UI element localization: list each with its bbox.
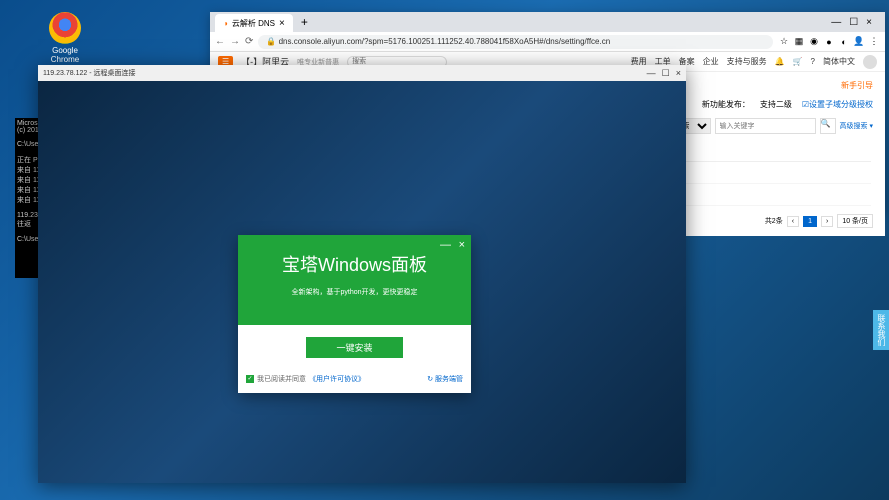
help-icon[interactable]: ?	[811, 57, 815, 66]
new-guide-link[interactable]: 新手引导	[841, 80, 873, 91]
user-avatar[interactable]	[863, 55, 877, 69]
rdp-titlebar[interactable]: 119.23.78.122 - 远程桌面连接 — ☐ ×	[38, 65, 686, 81]
bt-title: 宝塔Windows面板	[238, 251, 471, 277]
desktop-icon-label: Google Chrome	[40, 46, 90, 64]
keyword-input[interactable]	[715, 118, 816, 134]
advanced-search-link[interactable]: 高级搜索 ▾	[840, 121, 873, 131]
ext-icon[interactable]: ◐	[838, 36, 850, 48]
new-tab-button[interactable]: +	[293, 15, 316, 29]
menu-icon[interactable]: ⋮	[868, 36, 880, 48]
forward-button[interactable]: →	[230, 36, 240, 47]
chrome-tab[interactable]: ◑ 云解析 DNS ×	[215, 14, 293, 32]
bt-subtitle: 全新架构，基于python开发，更快更稳定	[238, 287, 471, 297]
star-icon[interactable]: ☆	[778, 36, 790, 48]
agree-checkbox[interactable]: ✓ 我已阅读并同意 《用户许可协议》	[246, 374, 365, 384]
agree-label: 我已阅读并同意	[257, 374, 306, 384]
bt-header: — × 宝塔Windows面板 全新架构，基于python开发，更快更稳定	[238, 235, 471, 325]
close-button[interactable]: ×	[866, 17, 872, 28]
bt-footer: ✓ 我已阅读并同意 《用户许可协议》 ↻ 服务端管	[238, 370, 471, 388]
chrome-window-controls: — ☐ ×	[831, 17, 880, 28]
ext-icon[interactable]: ▦	[793, 36, 805, 48]
announce-text: 支持二级	[760, 99, 792, 110]
maximize-button[interactable]: ☐	[662, 68, 670, 79]
rdp-title-text: 119.23.78.122 - 远程桌面连接	[43, 68, 135, 78]
tab-title: 云解析 DNS	[232, 18, 275, 29]
back-button[interactable]: ←	[215, 36, 225, 47]
chrome-tab-bar: ◑ 云解析 DNS × + — ☐ ×	[210, 12, 885, 32]
page-next[interactable]: ›	[821, 216, 833, 227]
minimize-button[interactable]: —	[647, 68, 656, 79]
nav-item[interactable]: 企业	[703, 56, 719, 67]
chrome-extensions: ☆ ▦ ◉ ● ◐ 👤 ⋮	[778, 36, 880, 48]
close-button[interactable]: ×	[676, 68, 681, 79]
page-total: 共2条	[765, 216, 783, 226]
tab-favicon: ◑	[223, 19, 228, 28]
rdp-window-controls: — ☐ ×	[647, 68, 681, 79]
tab-close-icon[interactable]: ×	[279, 18, 285, 29]
maximize-button[interactable]: ☐	[849, 17, 858, 28]
contact-side-tab[interactable]: 联系我们	[873, 310, 889, 350]
notification-icon[interactable]: 🔔	[775, 57, 785, 66]
switch-link[interactable]: ↻ 服务端管	[427, 374, 463, 384]
desktop-chrome-icon[interactable]: Google Chrome	[40, 12, 90, 64]
license-link[interactable]: 《用户许可协议》	[309, 374, 365, 384]
avatar-icon[interactable]: 👤	[853, 36, 865, 48]
ext-icon[interactable]: ●	[823, 36, 835, 48]
minimize-button[interactable]: —	[831, 17, 841, 28]
url-input[interactable]: 🔒 dns.console.aliyun.com/?spm=5176.10025…	[258, 35, 773, 49]
search-button[interactable]: 🔍	[820, 118, 836, 134]
bt-minimize-icon[interactable]: —	[440, 239, 451, 251]
bt-close-icon[interactable]: ×	[459, 239, 465, 251]
chrome-icon	[49, 12, 81, 44]
checkbox-icon: ✓	[246, 375, 254, 383]
announce-link[interactable]: ☑设置子域分级授权	[802, 99, 873, 110]
lang-selector[interactable]: 简体中文	[823, 56, 855, 67]
page-current[interactable]: 1	[803, 216, 817, 227]
ext-icon[interactable]: ◉	[808, 36, 820, 48]
install-button[interactable]: 一键安装	[306, 337, 402, 358]
reload-button[interactable]: ⟳	[245, 36, 253, 47]
cart-icon[interactable]: 🛒	[793, 57, 803, 66]
announce-label: 新功能发布：	[702, 99, 750, 110]
remote-desktop-window: 119.23.78.122 - 远程桌面连接 — ☐ × — × 宝塔Windo…	[38, 65, 686, 483]
url-text: dns.console.aliyun.com/?spm=5176.100251.…	[279, 37, 611, 46]
bt-body: 一键安装	[238, 325, 471, 370]
lock-icon: 🔒	[266, 37, 276, 46]
nav-item[interactable]: 支持与服务	[727, 56, 767, 67]
page-size[interactable]: 10 条/页	[837, 214, 873, 228]
page-prev[interactable]: ‹	[787, 216, 799, 227]
chrome-address-bar: ← → ⟳ 🔒 dns.console.aliyun.com/?spm=5176…	[210, 32, 885, 52]
bt-installer-dialog: — × 宝塔Windows面板 全新架构，基于python开发，更快更稳定 一键…	[238, 235, 471, 393]
